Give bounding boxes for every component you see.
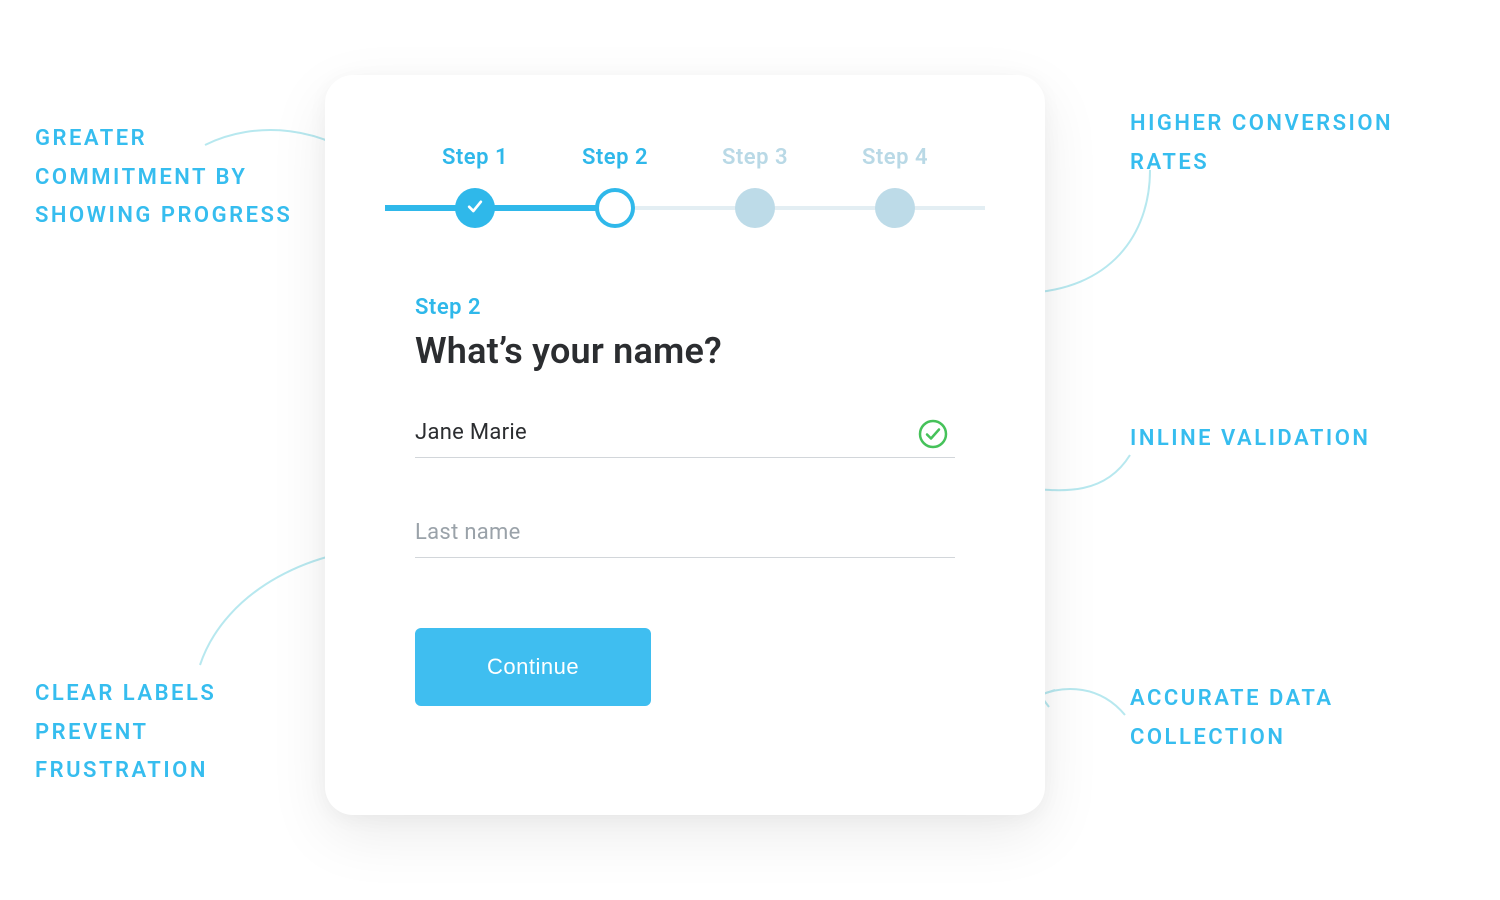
- section-title: What’s your name?: [415, 330, 955, 372]
- step-label-4: Step 4: [835, 145, 955, 170]
- annotation-inline-validation: INLINE VALIDATION: [1130, 420, 1460, 459]
- annotation-data-collection: ACCURATE DATA COLLECTION: [1130, 680, 1470, 757]
- step-label-2: Step 2: [555, 145, 675, 170]
- step-dot-4[interactable]: [875, 188, 915, 228]
- last-name-field: [415, 520, 955, 558]
- check-icon: [465, 196, 485, 220]
- annotation-conversion: HIGHER CONVERSION RATES: [1130, 105, 1460, 182]
- step-dot-3[interactable]: [735, 188, 775, 228]
- step-dot-1[interactable]: [455, 188, 495, 228]
- last-name-input[interactable]: [415, 520, 890, 545]
- continue-button[interactable]: Continue: [415, 628, 651, 706]
- step-label-3: Step 3: [695, 145, 815, 170]
- section-step-label: Step 2: [415, 295, 955, 320]
- annotation-clear-labels: CLEAR LABELS PREVENT FRUSTRATION: [35, 675, 305, 791]
- annotation-progress: GREATER COMMITMENT BY SHOWING PROGRESS: [35, 120, 305, 236]
- form-card: Step 1 Step 2 Step 3 Step 4: [325, 75, 1045, 815]
- first-name-input[interactable]: [415, 420, 890, 445]
- step-dot-2[interactable]: [595, 188, 635, 228]
- first-name-field: [415, 420, 955, 458]
- step-label-1: Step 1: [415, 145, 535, 170]
- check-circle-icon: [917, 418, 949, 454]
- progress-stepper: Step 1 Step 2 Step 3 Step 4: [415, 145, 955, 235]
